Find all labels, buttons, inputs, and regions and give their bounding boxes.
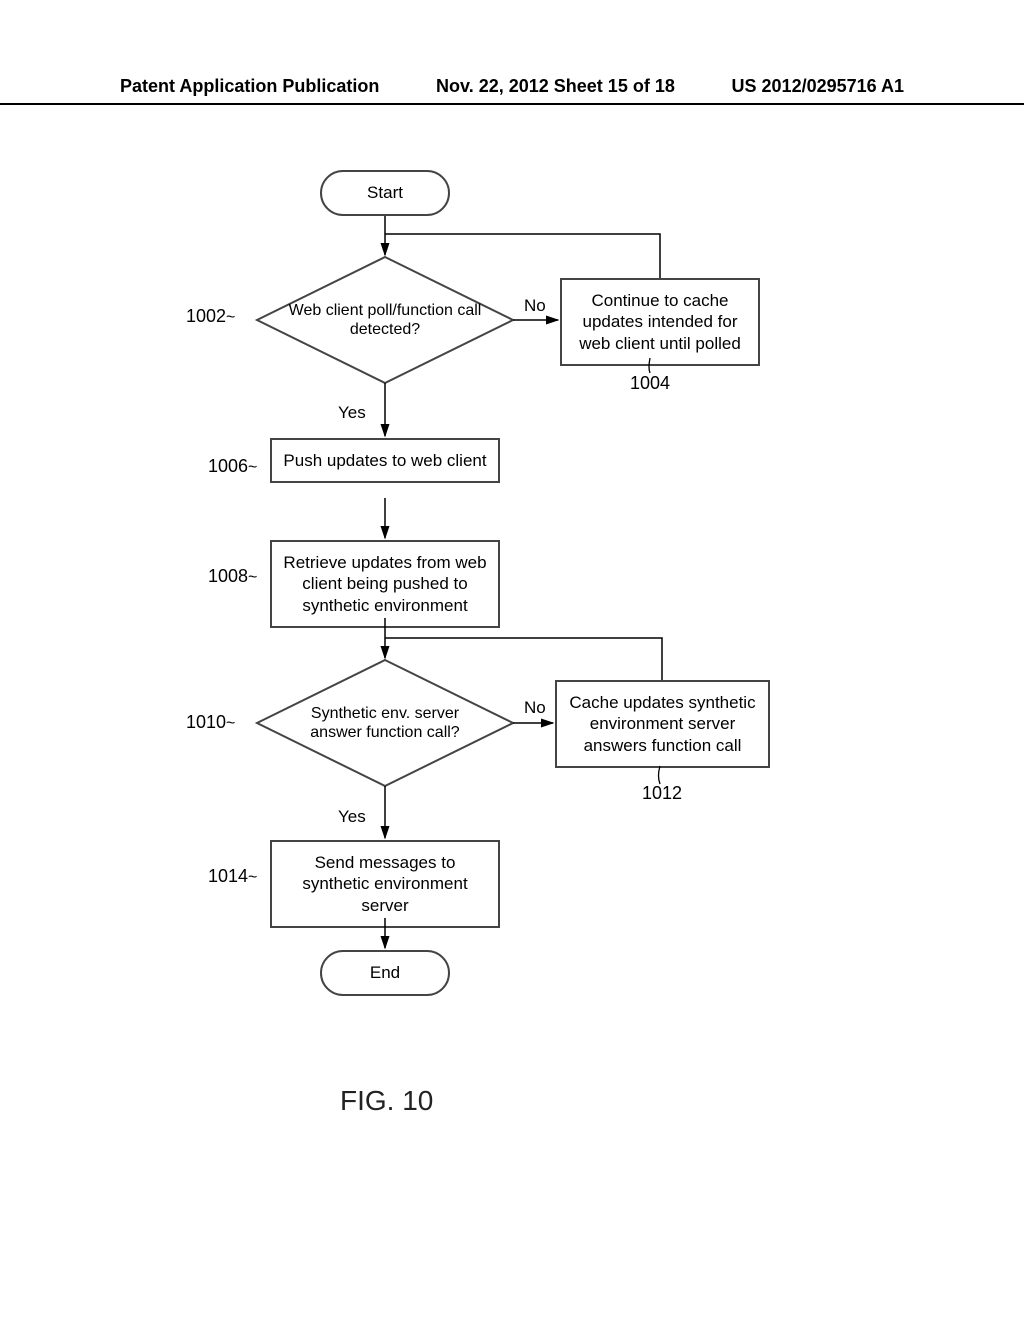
header-center: Nov. 22, 2012 Sheet 15 of 18 [436,76,675,97]
flow-arrows [0,160,1024,1160]
flowchart: Start Web client poll/function call dete… [0,160,1024,1160]
header-right: US 2012/0295716 A1 [732,76,904,97]
header-left: Patent Application Publication [120,76,379,97]
figure-label: FIG. 10 [340,1085,433,1117]
page-header: Patent Application Publication Nov. 22, … [0,76,1024,105]
